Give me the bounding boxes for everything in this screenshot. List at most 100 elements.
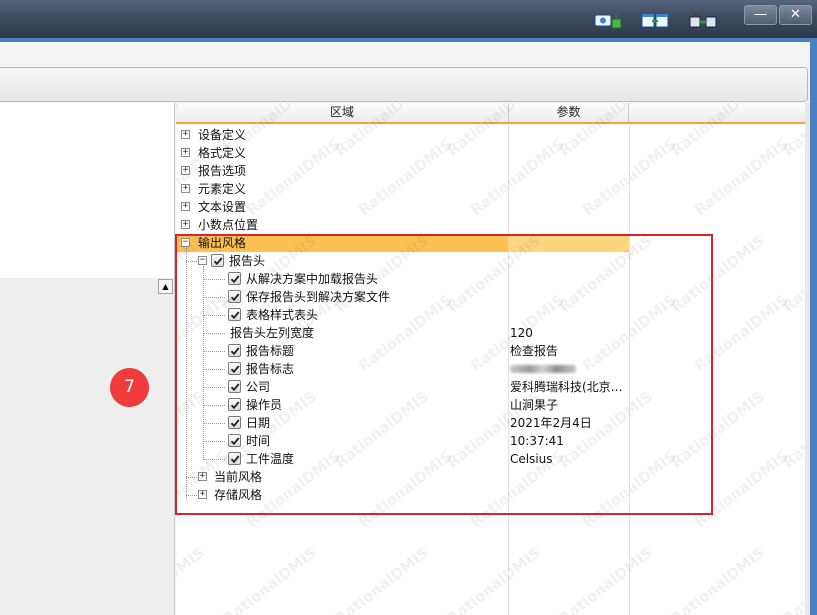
tree-row[interactable]: 表格样式表头 bbox=[176, 306, 806, 324]
tree-row[interactable]: + 存储风格 bbox=[176, 486, 806, 504]
checkbox[interactable] bbox=[228, 452, 241, 465]
checkbox[interactable] bbox=[211, 254, 224, 267]
checkbox[interactable] bbox=[228, 308, 241, 321]
tree-row[interactable]: + 格式定义 bbox=[176, 144, 806, 162]
tree-connector bbox=[203, 279, 225, 280]
tree-row-label: 设备定义 bbox=[198, 128, 247, 142]
expand-plus-icon[interactable]: + bbox=[181, 166, 190, 175]
selection-highlight bbox=[508, 234, 629, 252]
checkbox[interactable] bbox=[228, 380, 241, 393]
checkbox[interactable] bbox=[228, 398, 241, 411]
tree-row[interactable]: 工件温度 Celsius bbox=[176, 450, 806, 468]
expand-plus-icon[interactable]: + bbox=[181, 148, 190, 157]
tree-row-value[interactable]: Celsius bbox=[510, 450, 553, 468]
tree-row[interactable]: 日期 2021年2月4日 bbox=[176, 414, 806, 432]
tree-row[interactable]: 操作员 山涧果子 bbox=[176, 396, 806, 414]
expand-plus-icon[interactable]: + bbox=[181, 220, 190, 229]
checkbox[interactable] bbox=[228, 416, 241, 429]
camera-mic-icon[interactable] bbox=[593, 11, 623, 31]
title-bar: — ✕ bbox=[0, 0, 817, 38]
watermark-text: RationalDMIS bbox=[331, 543, 432, 615]
tree-row[interactable]: 报告标题 检查报告 bbox=[176, 342, 806, 360]
tree-row[interactable]: + 元素定义 bbox=[176, 180, 806, 198]
tree-row[interactable]: 报告标志 bbox=[176, 360, 806, 378]
expand-plus-icon[interactable]: + bbox=[181, 130, 190, 139]
left-panel-bottom bbox=[0, 278, 175, 615]
tree-row[interactable]: 保存报告头到解决方案文件 bbox=[176, 288, 806, 306]
checkbox[interactable] bbox=[228, 272, 241, 285]
tree-row-value[interactable]: 检查报告 bbox=[510, 342, 558, 360]
tree-row-value[interactable]: 10:37:41 bbox=[510, 432, 564, 450]
tree-connector bbox=[203, 351, 225, 352]
tree-row-label: 报告头 bbox=[229, 254, 266, 268]
tree-row[interactable]: + 当前风格 bbox=[176, 468, 806, 486]
tree-row[interactable]: 报告头左列宽度 120 bbox=[176, 324, 806, 342]
tree-row[interactable]: + 小数点位置 bbox=[176, 216, 806, 234]
expand-plus-icon[interactable]: + bbox=[198, 472, 207, 481]
tree-row-value[interactable]: 120 bbox=[510, 324, 533, 342]
tree-connector bbox=[203, 441, 225, 442]
scroll-up-arrow-icon[interactable]: ▲ bbox=[158, 279, 173, 294]
collapse-minus-icon[interactable]: − bbox=[181, 238, 190, 247]
tree-row[interactable]: − 报告头 bbox=[176, 252, 806, 270]
tree-row[interactable]: + 设备定义 bbox=[176, 126, 806, 144]
tree-row-label: 输出风格 bbox=[198, 236, 247, 250]
tree-connector bbox=[186, 477, 197, 478]
tree-connector bbox=[203, 266, 204, 460]
left-panel-top bbox=[0, 103, 175, 278]
right-scrollbar[interactable] bbox=[805, 103, 810, 615]
tree-row-label: 小数点位置 bbox=[198, 218, 259, 232]
grid-header: 区域 参数 bbox=[176, 103, 806, 124]
tree-row[interactable]: + 报告选项 bbox=[176, 162, 806, 180]
tree-connector bbox=[203, 423, 225, 424]
tree-row-label: 存储风格 bbox=[214, 488, 263, 502]
tree-row-label: 工件温度 bbox=[246, 452, 295, 466]
tree-row-label: 报告头左列宽度 bbox=[230, 326, 315, 340]
property-grid: 区域 参数 + 设备定义 + 格式定义 + 报告选项 + 元素定义 + 文本设置 + 小数点位置 − 输出… bbox=[176, 103, 806, 615]
tree-connector bbox=[203, 387, 225, 388]
expand-plus-icon[interactable]: + bbox=[198, 490, 207, 499]
collapse-minus-icon[interactable]: − bbox=[198, 256, 207, 265]
tree-connector bbox=[203, 333, 225, 334]
tree-row-label: 文本设置 bbox=[198, 200, 247, 214]
checkbox[interactable] bbox=[228, 290, 241, 303]
checkbox[interactable] bbox=[228, 344, 241, 357]
watermark-text: RationalDMIS bbox=[555, 543, 656, 615]
step-number-badge: 7 bbox=[110, 368, 149, 407]
tree-row-value[interactable]: 2021年2月4日 bbox=[510, 414, 592, 432]
tree-row-label: 格式定义 bbox=[198, 146, 247, 160]
close-button[interactable]: ✕ bbox=[779, 5, 812, 25]
watermark-text: RationalDMIS bbox=[176, 543, 208, 615]
tree-row-label: 操作员 bbox=[246, 398, 283, 412]
tree-row[interactable]: 从解决方案中加载报告头 bbox=[176, 270, 806, 288]
tree-row-value[interactable]: 山涧果子 bbox=[510, 396, 558, 414]
connect-icon[interactable] bbox=[688, 11, 718, 31]
expand-plus-icon[interactable]: + bbox=[181, 202, 190, 211]
checkbox[interactable] bbox=[228, 362, 241, 375]
checkbox[interactable] bbox=[228, 434, 241, 447]
tree-connector bbox=[203, 297, 225, 298]
tree-row[interactable]: + 文本设置 bbox=[176, 198, 806, 216]
minimize-button[interactable]: — bbox=[744, 5, 777, 25]
tree-row-label: 日期 bbox=[246, 416, 271, 430]
tree-row-label: 从解决方案中加载报告头 bbox=[246, 272, 379, 286]
tree-row-label: 表格样式表头 bbox=[246, 308, 319, 322]
column-header-param[interactable]: 参数 bbox=[509, 103, 629, 122]
tree-row-label: 报告标志 bbox=[246, 362, 295, 376]
toolbar bbox=[0, 67, 808, 102]
window-layout-icon[interactable] bbox=[640, 11, 670, 31]
tree-row[interactable]: 公司 爱科腾瑞科技(北京… bbox=[176, 378, 806, 396]
expand-plus-icon[interactable]: + bbox=[181, 184, 190, 193]
tree-row-label: 元素定义 bbox=[198, 182, 247, 196]
watermark-text: RationalDMIS bbox=[443, 543, 544, 615]
tree-row-value[interactable]: 爱科腾瑞科技(北京… bbox=[510, 378, 623, 396]
tree-row[interactable]: 时间 10:37:41 bbox=[176, 432, 806, 450]
tree-row-label: 公司 bbox=[246, 380, 271, 394]
tree-row-label: 保存报告头到解决方案文件 bbox=[246, 290, 391, 304]
tree-connector bbox=[203, 315, 225, 316]
column-header-area[interactable]: 区域 bbox=[176, 103, 509, 122]
tree-row[interactable]: − 输出风格 bbox=[176, 234, 806, 252]
tree-connector bbox=[186, 495, 197, 496]
tree-connector bbox=[203, 405, 225, 406]
tree-row-label: 时间 bbox=[246, 434, 271, 448]
